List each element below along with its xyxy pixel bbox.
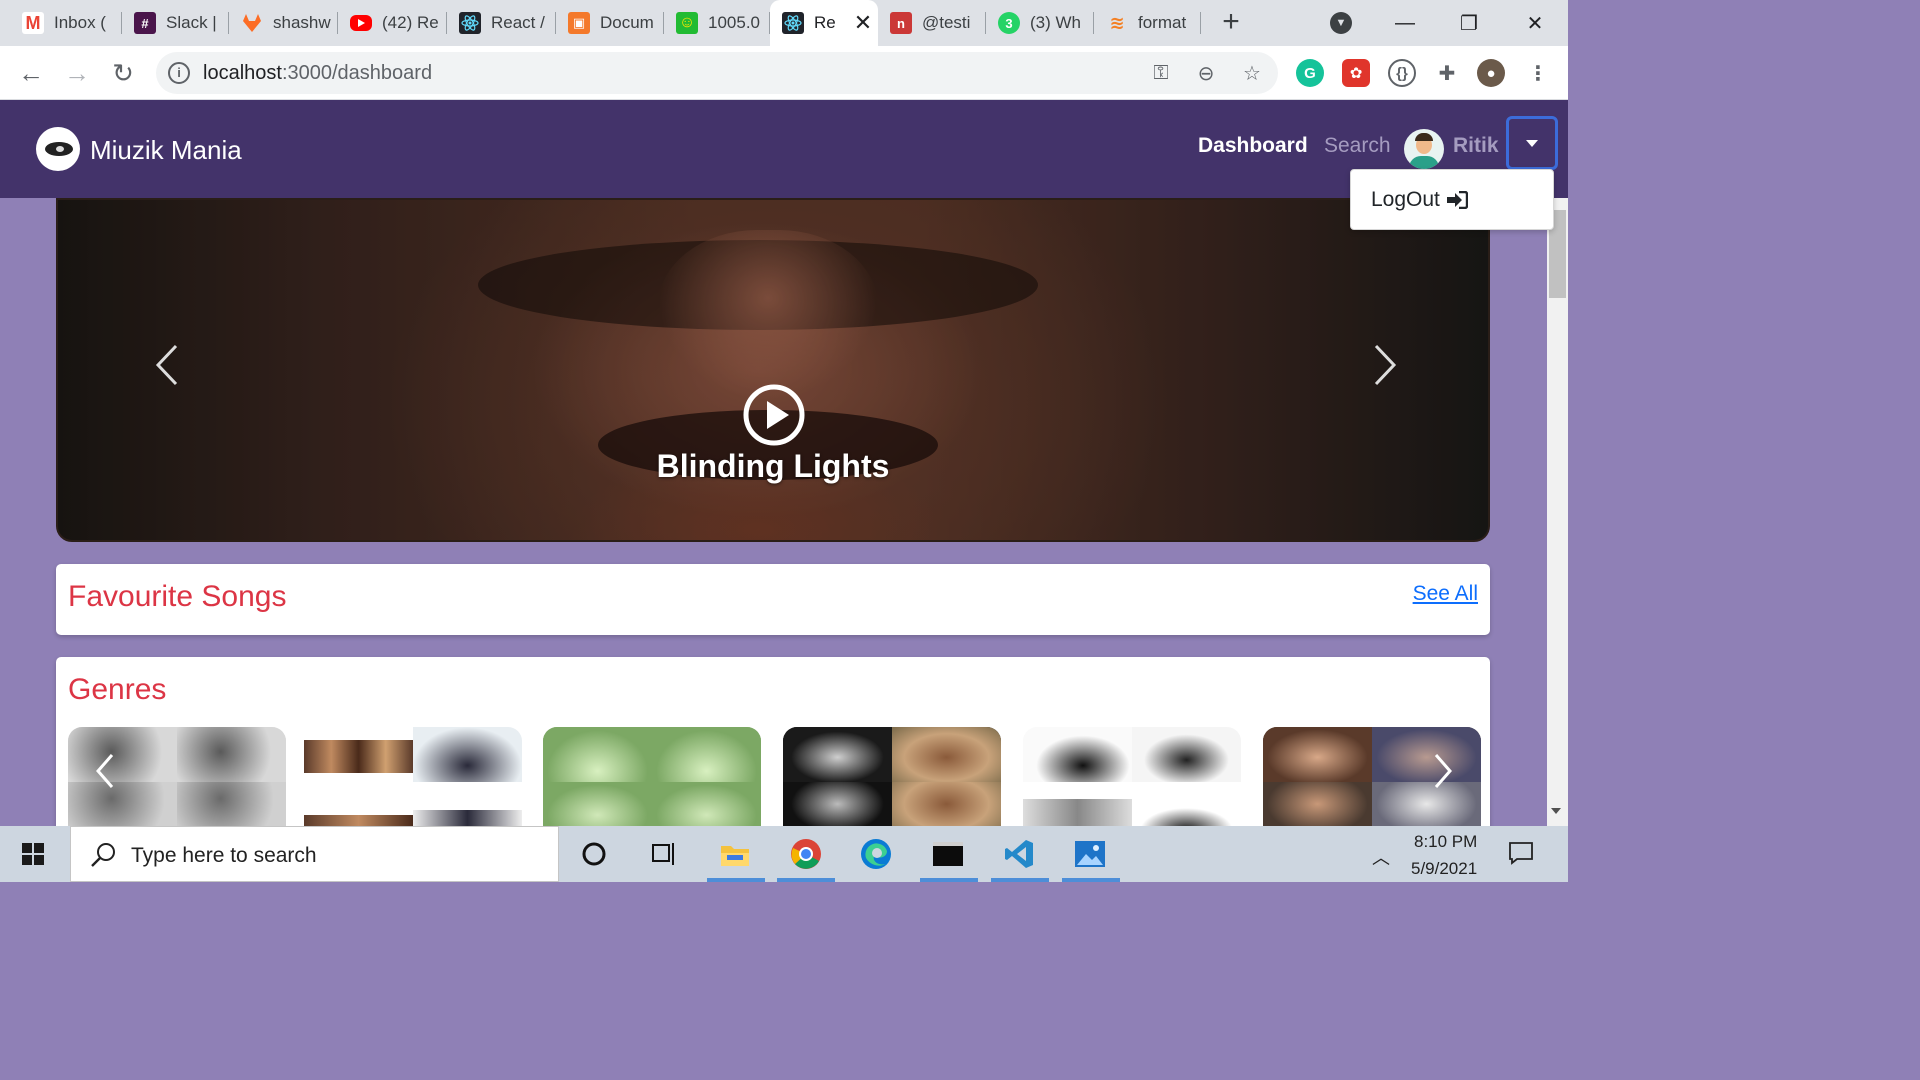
notification-center-icon[interactable] [1508,841,1534,865]
grammarly-extension-icon[interactable]: G [1296,59,1324,87]
slack-icon: # [134,12,156,34]
explorer-running-indicator [707,878,765,882]
react-devtools-extension-icon[interactable]: ✿ [1342,59,1370,87]
task-view-icon[interactable] [646,836,682,872]
caret-down-icon [1526,139,1538,147]
tab-stackoverflow[interactable]: ≋ format [1094,0,1201,46]
cortana-icon[interactable] [576,836,612,872]
extensions-puzzle-icon[interactable]: ✚ [1433,59,1461,87]
gitlab-icon [241,12,263,34]
taskbar-search-placeholder: Type here to search [131,844,317,867]
user-dropdown-menu: LogOut [1350,169,1554,230]
chrome-menu-icon[interactable]: ⋮ [1524,59,1552,87]
genre-tile[interactable] [304,727,522,837]
terminal-icon[interactable] [930,836,966,872]
tab-gmail[interactable]: M Inbox ( [10,0,122,46]
logout-menu-item[interactable]: LogOut [1371,188,1468,212]
back-button[interactable]: ← [14,56,48,90]
react-icon [782,12,804,34]
see-all-link[interactable]: See All [1413,582,1478,606]
whatsapp-icon: 3 [998,12,1020,34]
genre-tile[interactable] [543,727,761,837]
react-icon [459,12,481,34]
tab-documents[interactable]: ▣ Docum [556,0,664,46]
window-close-button[interactable]: ✕ [1503,0,1567,46]
chrome-profile-avatar[interactable]: ● [1477,59,1505,87]
tab-1005[interactable]: ☺ 1005.0 [664,0,770,46]
photos-icon[interactable] [1072,836,1108,872]
taskbar-clock-time[interactable]: 8:10 PM [1414,832,1477,852]
windows-taskbar: Type here to search ︿ [0,826,1568,882]
browser-tab-strip: M Inbox ( # Slack | shashw (42) Re React… [0,0,1568,46]
taskbar-search-box[interactable]: Type here to search [70,826,559,882]
genre-tile[interactable] [1023,727,1241,837]
nav-dashboard-link[interactable]: Dashboard [1198,134,1308,158]
terminal-running-indicator [920,878,978,882]
browser-toolbar: ← → ↻ i localhost:3000/dashboard ⚿ ⊖ ☆ G… [0,46,1568,100]
genres-heading: Genres [68,673,167,706]
taskbar-clock-date[interactable]: 5/9/2021 [1411,859,1477,879]
play-circle-icon[interactable] [742,383,806,447]
genre-tile[interactable] [783,727,1001,837]
tab-npm[interactable]: n @testi [878,0,986,46]
youtube-icon [350,15,372,31]
new-tab-button[interactable]: + [1215,6,1247,38]
forward-button[interactable]: → [60,56,94,90]
file-explorer-icon[interactable] [717,836,753,872]
carousel-next-icon[interactable] [1364,340,1404,390]
user-avatar[interactable] [1404,129,1444,169]
chrome-icon[interactable] [788,836,824,872]
tray-chevron-up-icon[interactable]: ︿ [1372,844,1390,870]
restore-button[interactable]: ❐ [1437,0,1501,46]
tab-search-icon[interactable]: ▼ [1330,12,1352,34]
tab-gitlab[interactable]: shashw [229,0,338,46]
tab-slack[interactable]: # Slack | [122,0,229,46]
stackoverflow-icon: ≋ [1109,12,1125,33]
address-bar[interactable]: i localhost:3000/dashboard ⚿ ⊖ ☆ [156,52,1278,94]
chrome-running-indicator [777,878,835,882]
brand-name[interactable]: Miuzik Mania [90,135,242,166]
favourite-songs-heading: Favourite Songs [68,580,287,613]
tab-close-icon[interactable]: ✕ [854,10,872,36]
user-name[interactable]: Ritik [1453,134,1499,158]
hero-song-title[interactable]: Blinding Lights [58,448,1488,485]
vscode-icon[interactable] [1001,836,1037,872]
reload-button[interactable]: ↻ [106,56,140,90]
genres-card: Genres [56,657,1490,837]
url-text[interactable]: localhost:3000/dashboard [203,62,432,85]
sign-out-icon [1446,191,1468,209]
npm-icon: n [890,12,912,34]
logout-label: LogOut [1371,188,1440,211]
tab-whatsapp[interactable]: 3 (3) Wh [986,0,1094,46]
hero-carousel[interactable]: Blinding Lights [56,198,1490,542]
user-dropdown-toggle[interactable] [1506,116,1558,170]
favourite-songs-card: Favourite Songs See All [56,564,1490,635]
brand-logo-icon[interactable] [36,127,80,171]
app-navbar: Miuzik Mania Dashboard Search [0,100,1568,198]
photos-running-indicator [1062,878,1120,882]
minimize-button[interactable]: — [1373,0,1437,46]
docs-icon: ▣ [568,12,590,34]
tab-react-docs[interactable]: React / [447,0,556,46]
key-icon[interactable]: ⚿ [1148,60,1174,86]
carousel-prev-icon[interactable] [148,340,188,390]
search-icon [91,843,115,867]
genres-next-icon[interactable] [1428,751,1458,791]
tab-youtube[interactable]: (42) Re [338,0,447,46]
genres-prev-icon[interactable] [90,751,120,791]
smiley-icon: ☺ [676,12,698,34]
tab-react-app-active[interactable]: Re ✕ [770,0,878,46]
vscode-running-indicator [991,878,1049,882]
scroll-down-icon[interactable] [1551,808,1561,814]
bookmark-star-icon[interactable]: ☆ [1239,60,1265,86]
nav-search-link[interactable]: Search [1324,134,1391,158]
site-info-icon[interactable]: i [168,62,190,84]
gmail-icon: M [22,12,44,34]
edge-icon[interactable] [858,836,894,872]
genre-tiles [68,727,1481,837]
json-viewer-extension-icon[interactable]: {} [1388,59,1416,87]
zoom-icon[interactable]: ⊖ [1193,60,1219,86]
windows-start-icon[interactable] [22,843,44,865]
